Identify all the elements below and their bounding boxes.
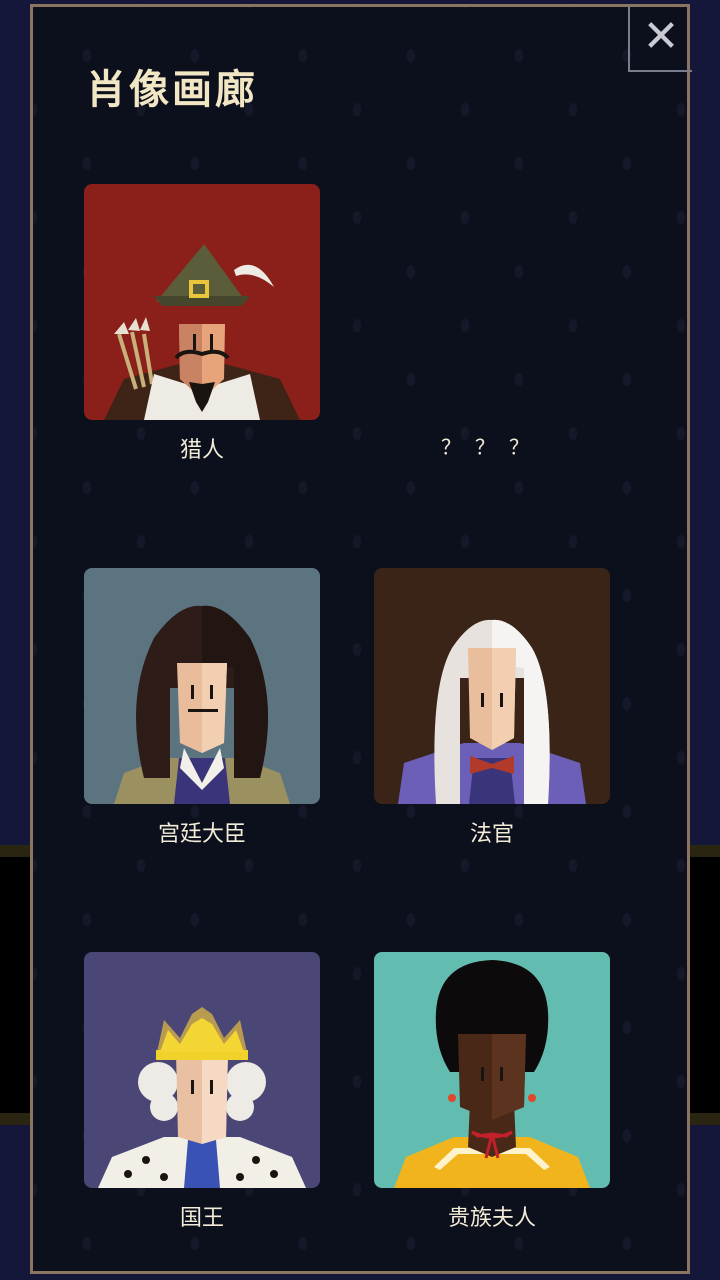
portrait-card-noble-lady[interactable]: 贵族夫人 [374, 952, 610, 1232]
king-portrait[interactable] [84, 952, 320, 1188]
hunter-portrait-image [84, 184, 320, 420]
portrait-card-chamberlain[interactable]: 宫廷大臣 [84, 568, 320, 848]
locked-portrait-name: ？？？ [441, 435, 543, 459]
judge-portrait[interactable] [374, 568, 610, 804]
portrait-name: 宫廷大臣 [157, 822, 246, 847]
close-icon: ✕ [642, 11, 680, 62]
page-title: 肖像画廊 [86, 67, 258, 113]
noble-lady-portrait[interactable] [374, 952, 610, 1188]
portrait-name: 猎人 [179, 438, 224, 463]
chamberlain-portrait-image [84, 568, 320, 804]
portrait-name: 贵族夫人 [447, 1206, 536, 1231]
portrait-name: 法官 [469, 822, 514, 847]
close-button[interactable]: ✕ [628, 6, 692, 72]
portrait-card-judge[interactable]: 法官 [374, 568, 610, 848]
noble-lady-portrait-image [374, 952, 610, 1188]
portrait-name: 国王 [179, 1206, 224, 1231]
portrait-card-hunter[interactable]: 猎人 [84, 184, 320, 464]
portrait-card-king[interactable]: 国王 [84, 952, 320, 1232]
portrait-gallery-panel: 肖像画廊 猎人 ？？？ 宫廷大臣 法官 国王 贵族夫人 [30, 4, 690, 1274]
king-portrait-image [84, 952, 320, 1188]
judge-portrait-image [374, 568, 610, 804]
chamberlain-portrait[interactable] [84, 568, 320, 804]
portrait-card-locked: ？？？ [374, 431, 610, 460]
hunter-portrait[interactable] [84, 184, 320, 420]
